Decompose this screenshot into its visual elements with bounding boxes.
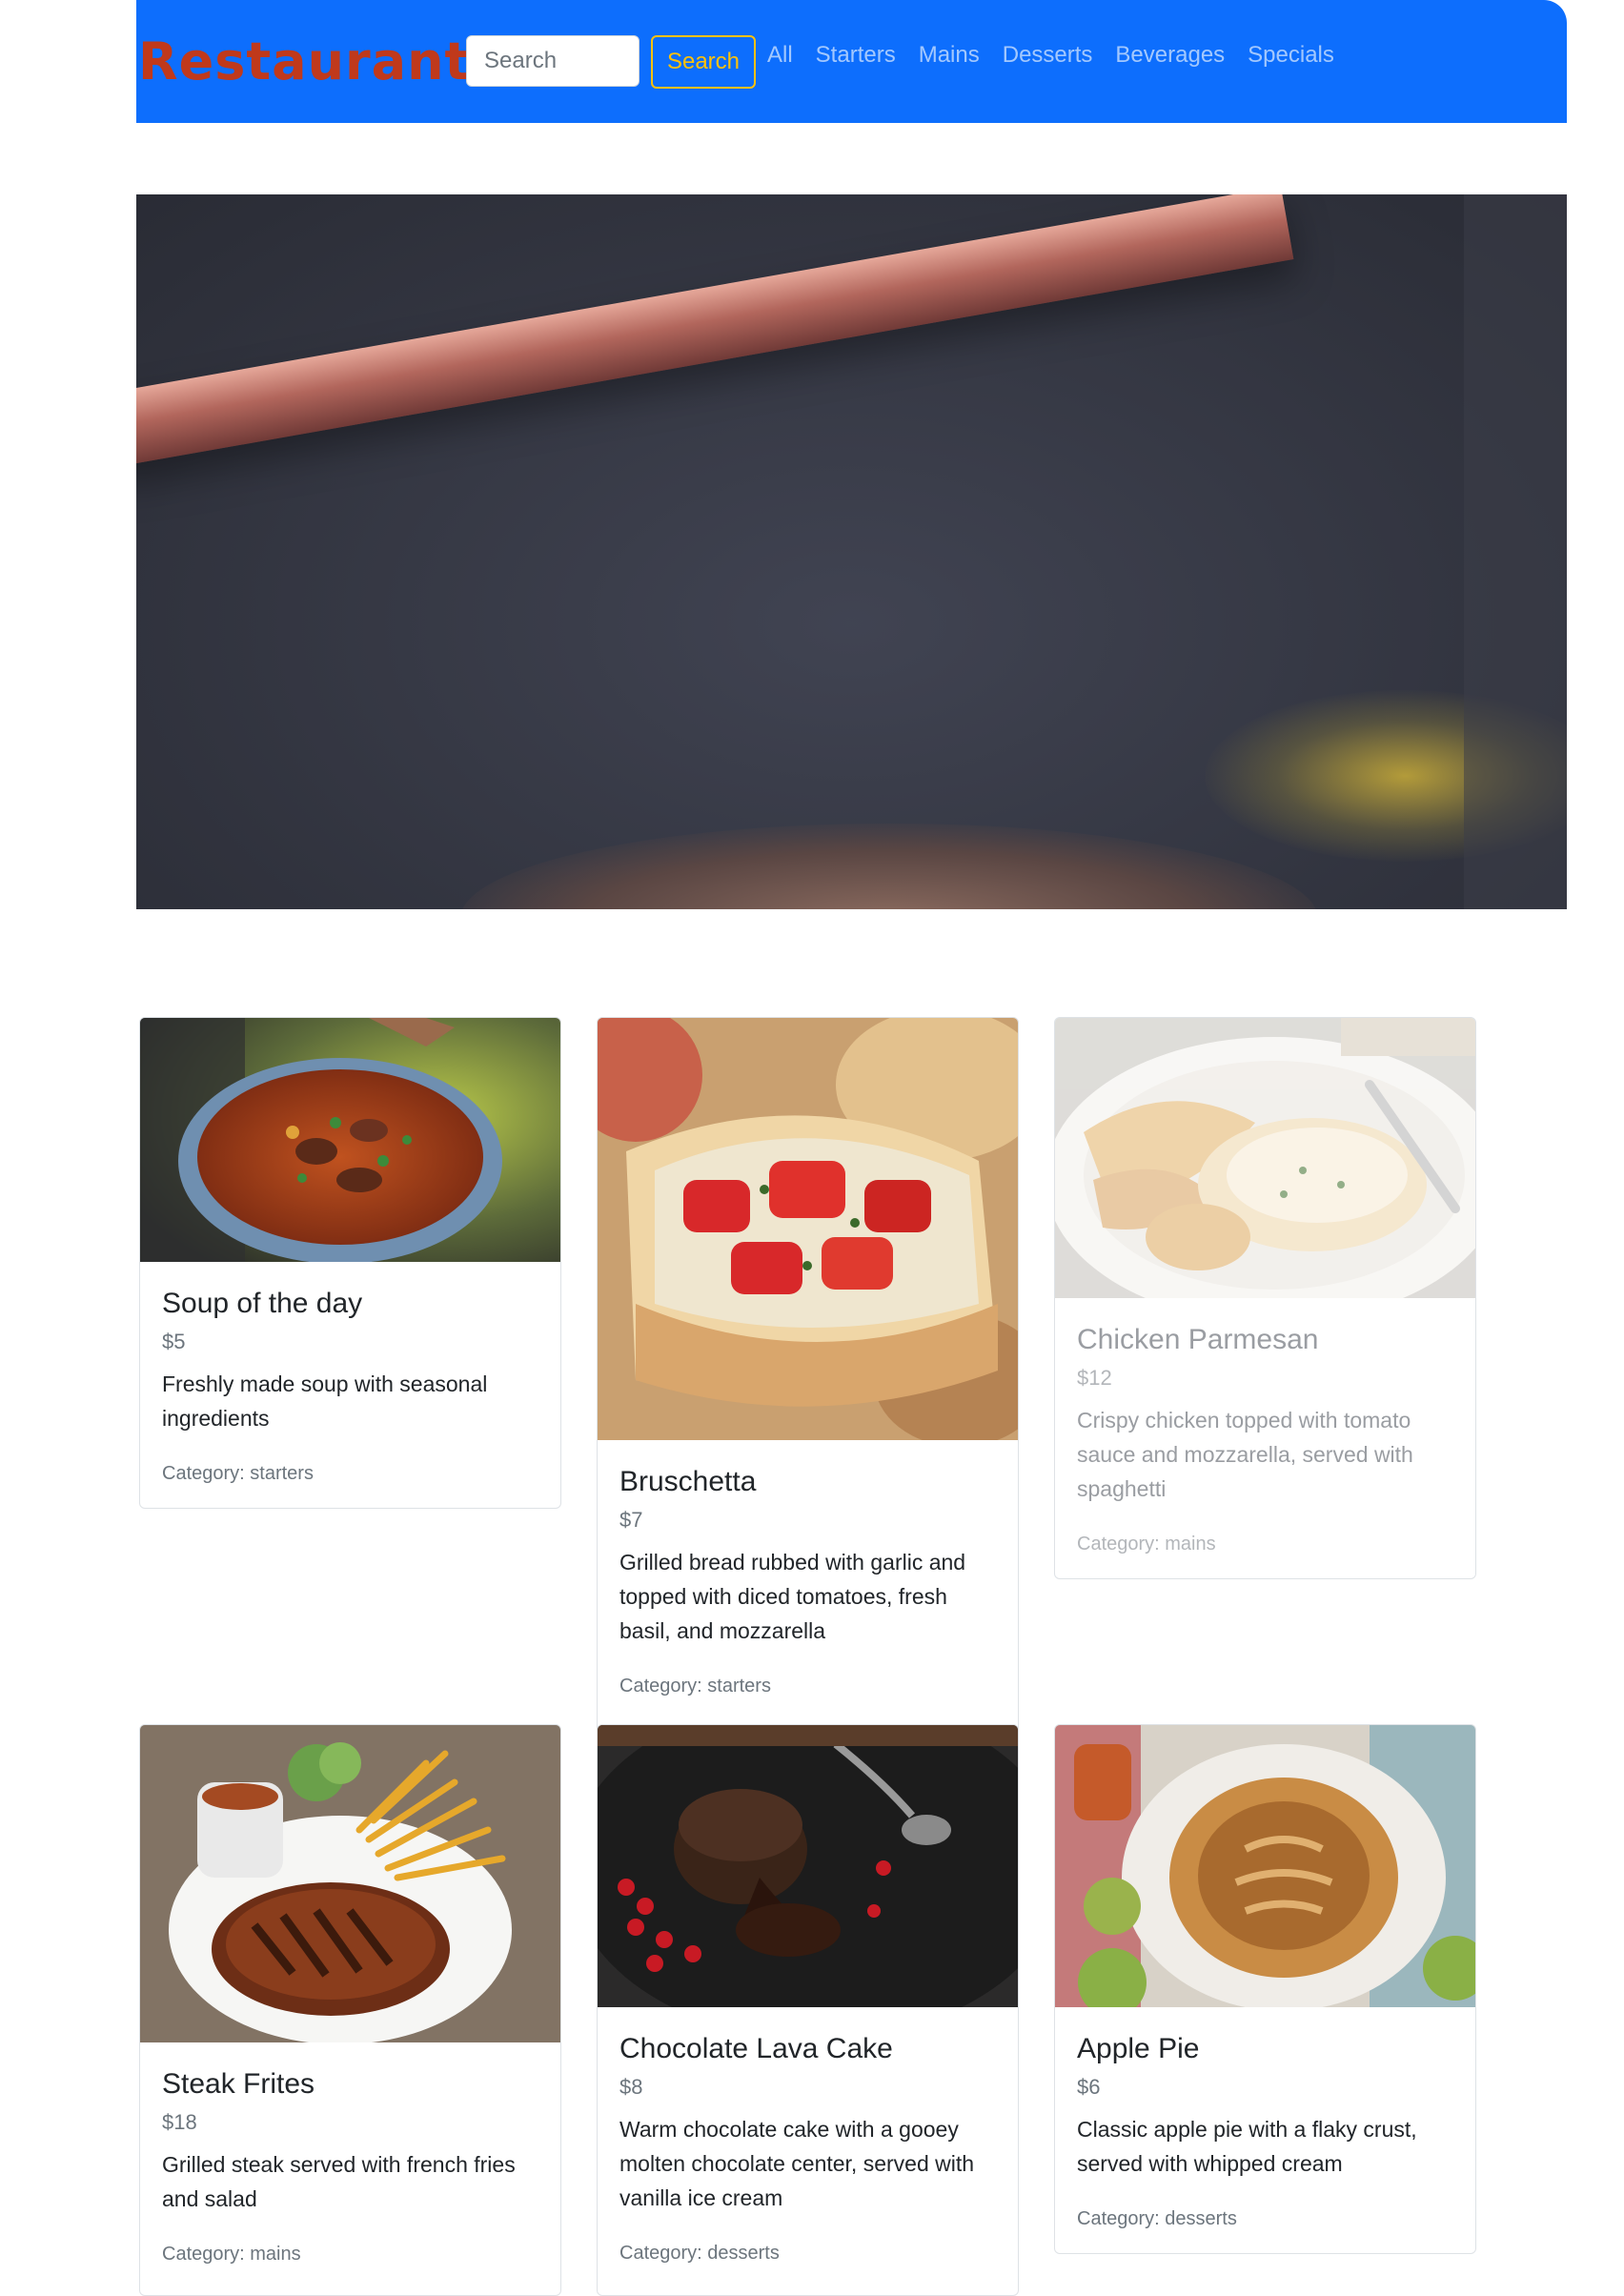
- bruschetta-photo: [598, 1018, 1018, 1440]
- bruschetta-photo-icon: [598, 1018, 1018, 1440]
- card-price: $6: [1077, 2075, 1101, 2099]
- apple-pie-photo-icon: [1055, 1725, 1475, 2007]
- steak-frites-photo: [140, 1725, 560, 2042]
- lava-cake-photo: [598, 1725, 1018, 2007]
- card-body: Chocolate Lava Cake $8 Warm chocolate ca…: [598, 2007, 1018, 2287]
- card-price: $8: [619, 2075, 643, 2099]
- card-description: Grilled steak served with french fries a…: [162, 2152, 516, 2211]
- card-title: Bruschetta: [619, 1466, 757, 1497]
- search-input[interactable]: [466, 35, 639, 87]
- card-category: Category: desserts: [1077, 2208, 1237, 2229]
- card-category: Category: desserts: [619, 2243, 780, 2264]
- card-category: Category: mains: [162, 2244, 301, 2265]
- card-category: Category: starters: [619, 1676, 771, 1697]
- nav-link-desserts[interactable]: Desserts: [1003, 38, 1093, 72]
- card-price: $5: [162, 1330, 186, 1353]
- card-body: Chicken Parmesan $12 Crispy chicken topp…: [1055, 1298, 1475, 1578]
- menu-card[interactable]: Bruschetta $7 Grilled bread rubbed with …: [597, 1017, 1019, 1740]
- lava-cake-photo-icon: [598, 1725, 1018, 2007]
- nav-link-all[interactable]: All: [767, 38, 793, 72]
- chicken-parmesan-photo-icon: [1055, 1018, 1475, 1298]
- card-description: Crispy chicken topped with tomato sauce …: [1077, 1408, 1413, 1501]
- menu-card[interactable]: Chocolate Lava Cake $8 Warm chocolate ca…: [597, 1724, 1019, 2296]
- card-title: Steak Frites: [162, 2068, 315, 2100]
- nav-link-beverages[interactable]: Beverages: [1115, 38, 1225, 72]
- card-title: Soup of the day: [162, 1288, 363, 1319]
- card-title: Chocolate Lava Cake: [619, 2033, 893, 2064]
- card-price: $12: [1077, 1366, 1112, 1390]
- card-title: Chicken Parmesan: [1077, 1324, 1319, 1355]
- apple-pie-photo: [1055, 1725, 1475, 2007]
- steak-frites-photo-icon: [140, 1725, 560, 2042]
- card-price: $18: [162, 2110, 197, 2134]
- card-category: Category: mains: [1077, 1534, 1216, 1554]
- card-body: Bruschetta $7 Grilled bread rubbed with …: [598, 1440, 1018, 1720]
- hero-image: [136, 194, 1567, 909]
- nav-link-mains[interactable]: Mains: [919, 38, 980, 72]
- chicken-parmesan-photo: [1055, 1018, 1475, 1298]
- card-body: Soup of the day $5 Freshly made soup wit…: [140, 1262, 560, 1508]
- menu-card[interactable]: Soup of the day $5 Freshly made soup wit…: [139, 1017, 561, 1509]
- soup-bowl-photo: [140, 1018, 560, 1262]
- search-button[interactable]: Search: [651, 35, 756, 89]
- soup-bowl-photo-icon: [140, 1018, 560, 1262]
- card-description: Warm chocolate cake with a gooey molten …: [619, 2117, 975, 2210]
- brand-logo[interactable]: Restaurant: [138, 29, 470, 95]
- card-title: Apple Pie: [1077, 2033, 1200, 2064]
- menu-card[interactable]: Chicken Parmesan $12 Crispy chicken topp…: [1054, 1017, 1476, 1579]
- menu-card[interactable]: Apple Pie $6 Classic apple pie with a fl…: [1054, 1724, 1476, 2254]
- card-description: Freshly made soup with seasonal ingredie…: [162, 1372, 488, 1431]
- nav-link-specials[interactable]: Specials: [1248, 38, 1334, 72]
- card-description: Grilled bread rubbed with garlic and top…: [619, 1550, 966, 1643]
- card-description: Classic apple pie with a flaky crust, se…: [1077, 2117, 1417, 2176]
- nav-link-starters[interactable]: Starters: [816, 38, 896, 72]
- category-nav: All Starters Mains Desserts Beverages Sp…: [767, 38, 1357, 72]
- hero-edge: [1464, 194, 1567, 909]
- card-body: Steak Frites $18 Grilled steak served wi…: [140, 2042, 560, 2288]
- navbar: Restaurant Search All Starters Mains Des…: [136, 0, 1567, 123]
- card-body: Apple Pie $6 Classic apple pie with a fl…: [1055, 2007, 1475, 2253]
- menu-card[interactable]: Steak Frites $18 Grilled steak served wi…: [139, 1724, 561, 2296]
- card-category: Category: starters: [162, 1463, 314, 1484]
- card-price: $7: [619, 1508, 643, 1532]
